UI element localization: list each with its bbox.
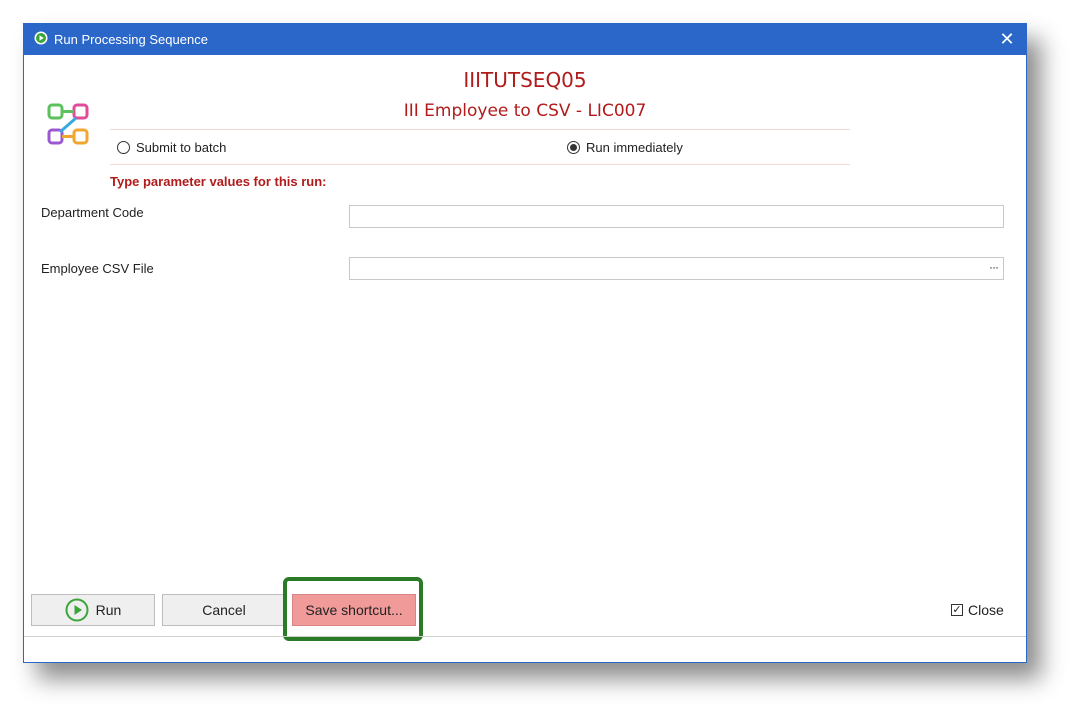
run-processing-sequence-dialog: Run Processing Sequence ✕ IIITUTSEQ05 II… xyxy=(23,23,1027,663)
submit-to-batch-label: Submit to batch xyxy=(136,140,227,155)
run-button[interactable]: Run xyxy=(31,594,155,626)
divider xyxy=(110,164,850,165)
sequence-description: III Employee to CSV - LIC007 xyxy=(403,101,647,121)
radio-checked-icon xyxy=(567,141,580,154)
close-checkbox-label: Close xyxy=(968,602,1004,618)
cancel-button-label: Cancel xyxy=(202,602,246,618)
department-code-input[interactable] xyxy=(349,205,1004,228)
parameters-heading: Type parameter values for this run: xyxy=(110,174,327,189)
department-code-label: Department Code xyxy=(41,205,144,220)
highlight-annotation xyxy=(283,577,423,641)
run-immediately-label: Run immediately xyxy=(586,140,683,155)
close-checkbox[interactable]: ✓ Close xyxy=(951,602,1004,618)
radio-unchecked-icon xyxy=(117,141,130,154)
close-icon: ✕ xyxy=(999,29,1015,49)
employee-csv-file-input[interactable]: ··· xyxy=(349,257,1004,280)
window-title: Run Processing Sequence xyxy=(54,32,208,47)
play-circle-icon xyxy=(65,598,89,622)
cancel-button[interactable]: Cancel xyxy=(162,594,286,626)
footer-divider xyxy=(24,636,1026,637)
checkbox-checked-icon: ✓ xyxy=(951,603,963,616)
employee-csv-file-label: Employee CSV File xyxy=(41,261,154,276)
title-bar: Run Processing Sequence ✕ xyxy=(24,24,1026,55)
divider xyxy=(110,129,850,130)
submit-to-batch-radio[interactable]: Submit to batch xyxy=(117,140,226,155)
run-immediately-radio[interactable]: Run immediately xyxy=(567,140,683,155)
sequence-code: IIITUTSEQ05 xyxy=(463,68,587,92)
run-button-label: Run xyxy=(95,602,122,618)
browse-button[interactable]: ··· xyxy=(989,260,999,274)
play-circle-icon xyxy=(34,31,48,45)
close-window-button[interactable]: ✕ xyxy=(996,28,1018,50)
